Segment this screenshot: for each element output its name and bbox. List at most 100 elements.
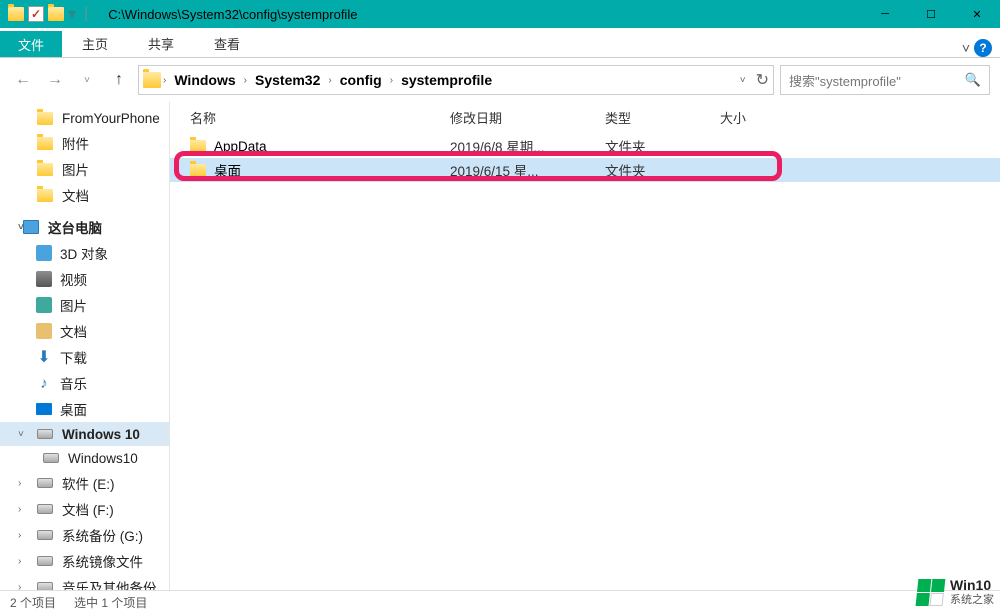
back-button[interactable]: ← [10, 67, 36, 93]
pc-icon [23, 220, 39, 234]
folder-icon [48, 7, 64, 21]
view-tab[interactable]: 查看 [194, 30, 260, 57]
minimize-button[interactable]: ─ [862, 0, 908, 28]
chevron-right-icon: › [328, 75, 331, 86]
up-button[interactable]: ↑ [106, 67, 132, 93]
nav-item[interactable]: ›系统备份 (G:) [0, 522, 169, 548]
pictures-icon [36, 297, 52, 313]
nav-item[interactable]: ›文档 (F:) [0, 496, 169, 522]
watermark-subtitle: 系统之家 [950, 594, 994, 606]
help-icon[interactable]: ? [974, 39, 992, 57]
disk-icon [37, 530, 53, 540]
file-rows: AppData 2019/6/8 星期... 文件夹 桌面 2019/6/15 … [170, 134, 1000, 182]
maximize-button[interactable]: ☐ [908, 0, 954, 28]
watermark-title: Win10 [950, 578, 994, 593]
breadcrumb-item[interactable]: config [334, 70, 388, 90]
navigation-toolbar: ← → ˅ ↑ › Windows › System32 › config › … [0, 58, 1000, 102]
folder-icon [8, 7, 24, 21]
3d-objects-icon [36, 245, 52, 261]
breadcrumb-item[interactable]: Windows [168, 70, 241, 90]
status-bar: 2 个项目 选中 1 个项目 [0, 590, 1000, 614]
status-item-count: 2 个项目 [10, 594, 56, 611]
share-tab[interactable]: 共享 [128, 30, 194, 57]
nav-item[interactable]: 附件 [0, 130, 169, 156]
nav-item[interactable]: 3D 对象 [0, 240, 169, 266]
nav-item[interactable]: 图片 [0, 292, 169, 318]
nav-item[interactable]: ›系统镜像文件 [0, 548, 169, 574]
disk-icon [37, 478, 53, 488]
navigation-pane[interactable]: FromYourPhone 附件 图片 文档 ˅这台电脑 3D 对象 视频 图片… [0, 102, 170, 590]
folder-icon [37, 163, 53, 176]
nav-item[interactable]: FromYourPhone [0, 106, 169, 130]
column-type[interactable]: 类型 [605, 108, 720, 127]
nav-item[interactable]: Windows10 [0, 446, 169, 470]
nav-item[interactable]: 图片 [0, 156, 169, 182]
column-date[interactable]: 修改日期 [450, 108, 605, 127]
address-dropdown[interactable]: ˅ [740, 75, 746, 86]
separator: ▾ [68, 4, 76, 24]
chevron-right-icon: › [18, 582, 21, 591]
nav-item[interactable]: 文档 [0, 318, 169, 344]
content-body: FromYourPhone 附件 图片 文档 ˅这台电脑 3D 对象 视频 图片… [0, 102, 1000, 590]
address-bar[interactable]: › Windows › System32 › config › systempr… [138, 65, 774, 95]
chevron-right-icon: › [163, 75, 166, 86]
nav-item[interactable]: ›软件 (E:) [0, 470, 169, 496]
folder-icon [143, 72, 161, 88]
search-placeholder: 搜索"systemprofile" [789, 71, 901, 90]
separator: | [84, 5, 88, 23]
forward-button[interactable]: → [42, 67, 68, 93]
downloads-icon: ⬇ [36, 349, 52, 365]
search-input[interactable]: 搜索"systemprofile" 🔍 [780, 65, 990, 95]
breadcrumb-item[interactable]: System32 [249, 70, 326, 90]
watermark: Win10 系统之家 [916, 578, 994, 606]
file-list-pane: 名称 修改日期 类型 大小 AppData 2019/6/8 星期... 文件夹… [170, 102, 1000, 590]
nav-item[interactable]: ›音乐及其他备份 [0, 574, 169, 590]
titlebar-quick-access: ✓ ▾ | [0, 4, 100, 24]
ribbon-right: ˅ ? [954, 39, 1000, 57]
nav-item[interactable]: 桌面 [0, 396, 169, 422]
disk-icon [37, 429, 53, 439]
folder-icon [37, 189, 53, 202]
folder-icon [37, 112, 53, 125]
ribbon-tabs: 文件 主页 共享 查看 ˅ ? [0, 28, 1000, 58]
refresh-button[interactable]: ↻ [756, 70, 769, 90]
watermark-logo-icon [915, 578, 946, 606]
history-dropdown[interactable]: ˅ [74, 67, 100, 93]
window-title: C:\Windows\System32\config\systemprofile [108, 7, 357, 22]
home-tab[interactable]: 主页 [62, 30, 128, 57]
file-row[interactable]: AppData 2019/6/8 星期... 文件夹 [170, 134, 1000, 158]
nav-item[interactable]: 视频 [0, 266, 169, 292]
disk-icon [37, 556, 53, 566]
disk-icon [43, 453, 59, 463]
disk-icon [37, 582, 53, 590]
folder-icon [190, 164, 206, 177]
check-icon: ✓ [28, 6, 44, 22]
status-selected-count: 选中 1 个项目 [74, 594, 147, 611]
disk-icon [37, 504, 53, 514]
breadcrumb-item[interactable]: systemprofile [395, 70, 498, 90]
nav-item[interactable]: ⬇下载 [0, 344, 169, 370]
collapse-ribbon-button[interactable]: ˅ [962, 40, 970, 56]
title-bar: ✓ ▾ | C:\Windows\System32\config\systemp… [0, 0, 1000, 28]
search-icon: 🔍 [965, 72, 981, 88]
music-icon: ♪ [36, 375, 52, 391]
nav-item-selected[interactable]: ˅Windows 10 [0, 422, 169, 446]
close-button[interactable]: ✕ [954, 0, 1000, 28]
column-name[interactable]: 名称 [180, 108, 450, 127]
documents-icon [36, 323, 52, 339]
column-headers: 名称 修改日期 类型 大小 [170, 102, 1000, 134]
column-size[interactable]: 大小 [720, 108, 800, 127]
nav-this-pc[interactable]: ˅这台电脑 [0, 214, 169, 240]
nav-item[interactable]: ♪音乐 [0, 370, 169, 396]
chevron-right-icon: › [18, 478, 21, 489]
video-icon [36, 271, 52, 287]
chevron-right-icon: › [18, 530, 21, 541]
file-row-selected[interactable]: 桌面 2019/6/15 星... 文件夹 [170, 158, 1000, 182]
file-tab[interactable]: 文件 [0, 31, 62, 57]
nav-item[interactable]: 文档 [0, 182, 169, 208]
chevron-down-icon: ˅ [18, 429, 24, 440]
folder-icon [190, 140, 206, 153]
chevron-down-icon: ˅ [18, 222, 24, 233]
folder-icon [37, 137, 53, 150]
window-controls: ─ ☐ ✕ [862, 0, 1000, 28]
